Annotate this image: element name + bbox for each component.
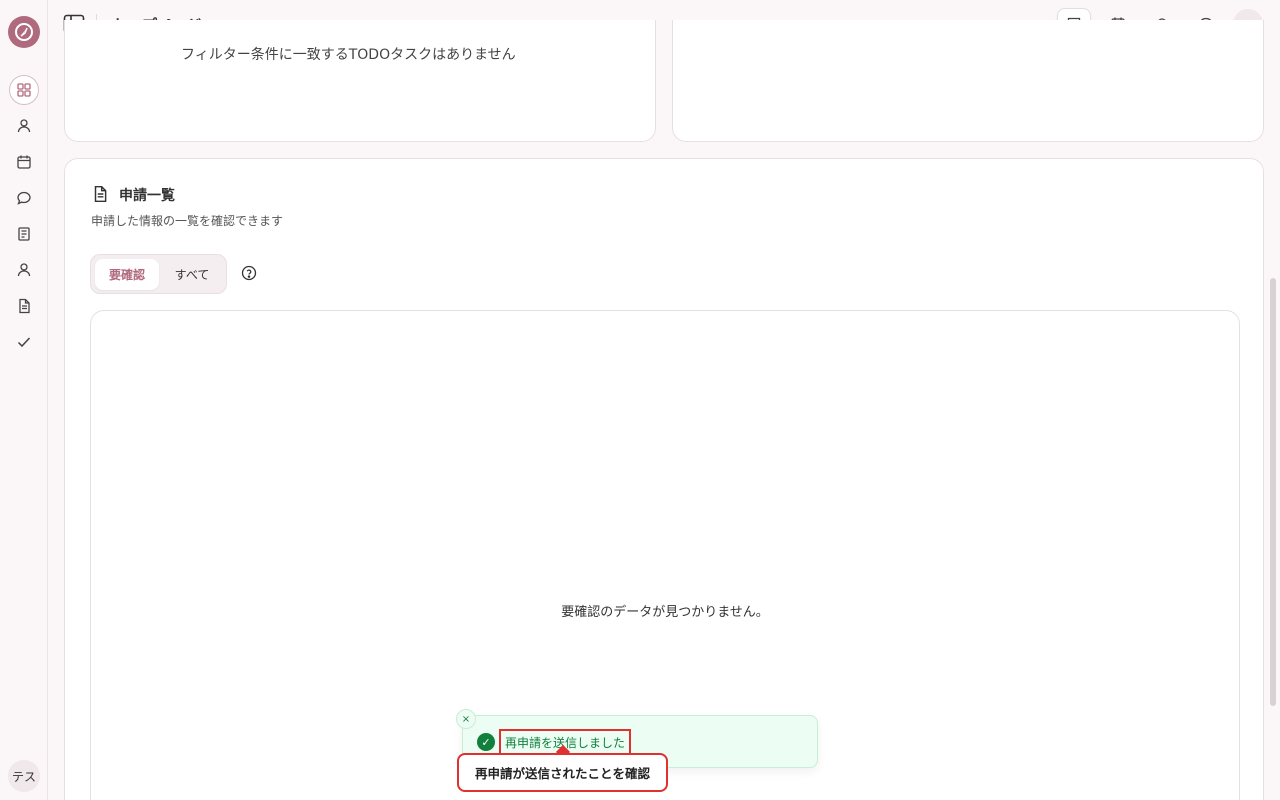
check-icon[interactable] xyxy=(12,330,36,354)
scrollbar[interactable] xyxy=(1270,278,1276,706)
notebook-icon[interactable] xyxy=(12,222,36,246)
right-card xyxy=(672,20,1264,142)
section-description: 申請した情報の一覧を確認できます xyxy=(91,214,284,228)
document-icon[interactable] xyxy=(12,294,36,318)
empty-message: 要確認のデータが見つかりません。 xyxy=(561,605,769,620)
section-title: 申請一覧 xyxy=(119,188,175,204)
person-icon[interactable] xyxy=(12,258,36,282)
applications-card: 申請一覧 申請した情報の一覧を確認できます 要確認 すべて 要確認のデータが見つ… xyxy=(64,158,1264,800)
annotation-label: 再申請が送信されたことを確認 xyxy=(457,753,668,792)
filter-tabs: 要確認 すべて xyxy=(90,254,227,294)
user-icon[interactable] xyxy=(12,114,36,138)
help-icon[interactable] xyxy=(241,265,257,281)
document-icon xyxy=(91,185,109,203)
tab-all[interactable]: すべて xyxy=(163,259,221,290)
tab-needs-review[interactable]: 要確認 xyxy=(95,259,159,290)
calendar-icon[interactable] xyxy=(12,150,36,174)
todo-empty-message: フィルター条件に一致するTODOタスクはありません xyxy=(181,47,516,63)
app-logo-icon[interactable] xyxy=(8,16,40,48)
todo-card: フィルター条件に一致するTODOタスクはありません xyxy=(64,20,656,142)
close-icon[interactable]: × xyxy=(456,709,476,729)
sidebar: テス xyxy=(0,0,48,800)
check-circle-icon: ✓ xyxy=(477,733,495,751)
chat-icon[interactable] xyxy=(12,186,36,210)
user-avatar[interactable]: テス xyxy=(8,760,40,792)
dashboard-icon[interactable] xyxy=(9,75,39,105)
